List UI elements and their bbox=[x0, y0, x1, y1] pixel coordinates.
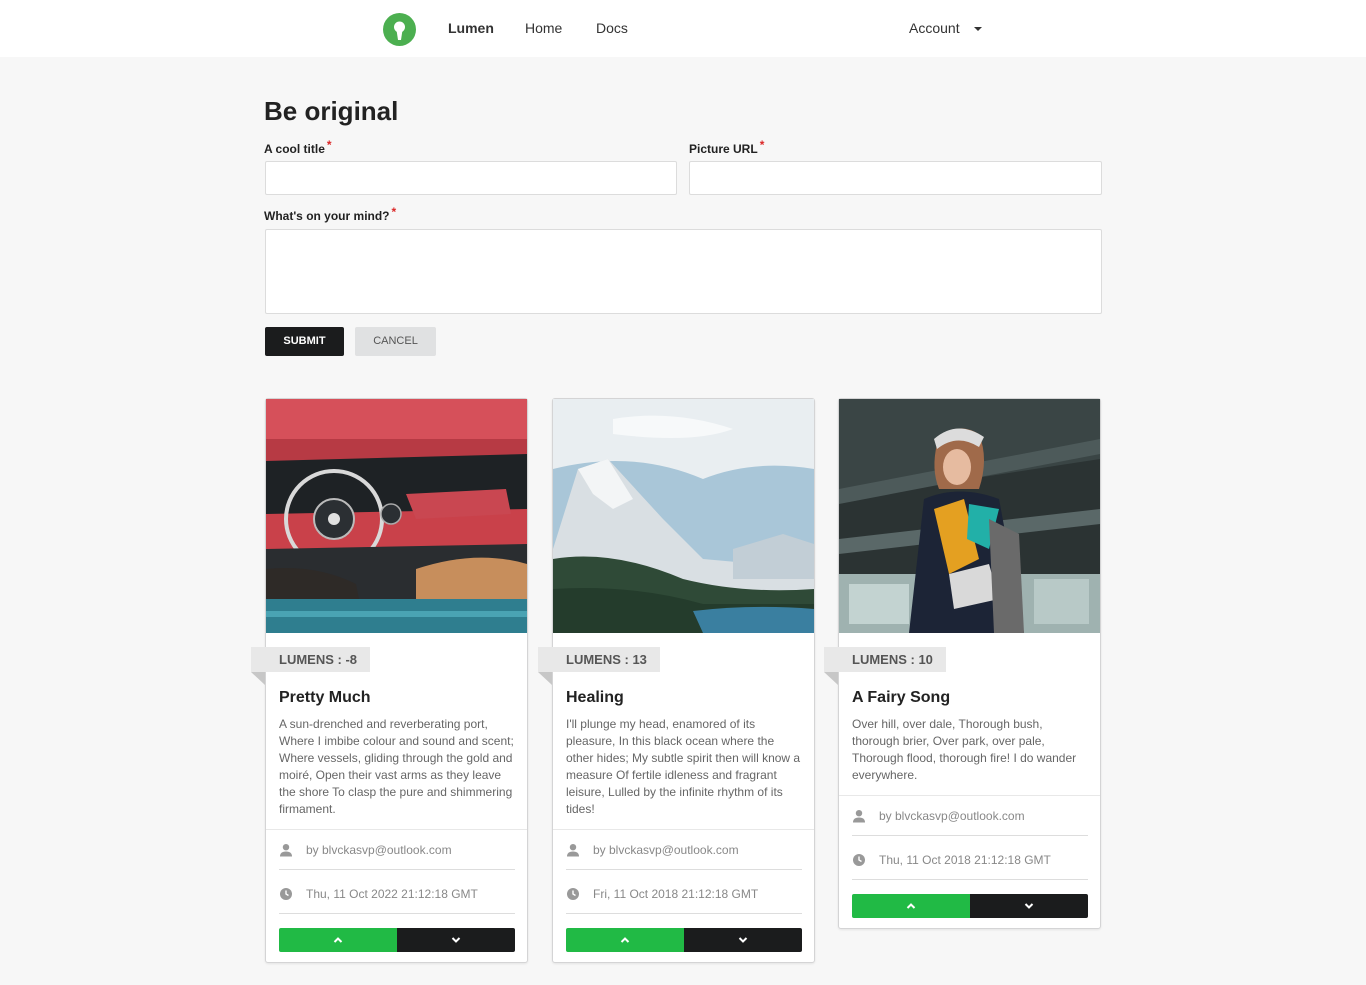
clock-icon bbox=[853, 854, 865, 866]
downvote-button[interactable] bbox=[397, 928, 515, 952]
post-card: LUMENS : 10 A Fairy Song Over hill, over… bbox=[824, 398, 1101, 929]
divider bbox=[279, 869, 515, 870]
post-title: Healing bbox=[566, 689, 624, 706]
lumen-logo-icon[interactable] bbox=[383, 13, 416, 46]
picture-url-input[interactable] bbox=[689, 161, 1102, 195]
lumens-badge: LUMENS : -8 bbox=[251, 647, 370, 685]
clock-icon bbox=[567, 888, 579, 900]
chevron-down-icon bbox=[1024, 903, 1034, 909]
required-mark: * bbox=[326, 138, 332, 152]
downvote-button[interactable] bbox=[684, 928, 802, 952]
divider bbox=[279, 913, 515, 914]
clock-icon bbox=[280, 888, 292, 900]
nav-brand-link[interactable]: Lumen bbox=[448, 20, 494, 36]
author-email: by blvckasvp@outlook.com bbox=[306, 843, 452, 857]
post-card: LUMENS : 13 Healing I'll plunge my head,… bbox=[538, 398, 815, 963]
vote-buttons bbox=[279, 928, 515, 952]
divider bbox=[852, 835, 1088, 836]
vote-buttons bbox=[852, 894, 1088, 918]
divider bbox=[553, 829, 814, 830]
mind-textarea[interactable] bbox=[265, 229, 1102, 314]
post-title: Pretty Much bbox=[279, 689, 371, 706]
lumens-badge: LUMENS : 13 bbox=[538, 647, 660, 685]
post-body: A sun-drenched and reverberating port, W… bbox=[279, 717, 514, 816]
top-navbar: Lumen Home Docs Account bbox=[0, 0, 1366, 57]
chevron-up-icon bbox=[906, 903, 916, 909]
divider bbox=[566, 913, 802, 914]
post-card: LUMENS : -8 Pretty Much A sun-drenched a… bbox=[251, 398, 528, 963]
chevron-up-icon bbox=[620, 937, 630, 943]
post-body: Over hill, over dale, Thorough bush, tho… bbox=[852, 717, 1077, 782]
mind-label: What's on your mind? * bbox=[264, 205, 397, 223]
author-email: by blvckasvp@outlook.com bbox=[593, 843, 739, 857]
user-icon bbox=[853, 810, 865, 823]
cancel-button[interactable]: CANCEL bbox=[355, 327, 436, 356]
post-title: A Fairy Song bbox=[852, 689, 951, 706]
lumens-badge: LUMENS : 10 bbox=[824, 647, 946, 685]
required-mark: * bbox=[391, 205, 397, 219]
upvote-button[interactable] bbox=[279, 928, 397, 952]
divider bbox=[566, 869, 802, 870]
chevron-down-icon bbox=[738, 937, 748, 943]
nav-home-link[interactable]: Home bbox=[525, 20, 562, 36]
divider bbox=[852, 879, 1088, 880]
submit-button[interactable]: SUBMIT bbox=[265, 327, 344, 356]
upvote-button[interactable] bbox=[852, 894, 970, 918]
nav-docs-link[interactable]: Docs bbox=[596, 20, 628, 36]
chevron-down-icon bbox=[451, 937, 461, 943]
nav-account-dropdown[interactable]: Account bbox=[909, 20, 960, 36]
date-text: Thu, 11 Oct 2018 21:12:18 GMT bbox=[879, 853, 1051, 867]
caret-down-icon[interactable] bbox=[974, 27, 982, 31]
title-label: A cool title * bbox=[264, 138, 332, 156]
chevron-up-icon bbox=[333, 937, 343, 943]
downvote-button[interactable] bbox=[970, 894, 1088, 918]
user-icon bbox=[567, 844, 579, 857]
post-image bbox=[839, 399, 1100, 633]
page-title: Be original bbox=[264, 96, 399, 126]
required-mark: * bbox=[759, 138, 765, 152]
divider bbox=[839, 795, 1100, 796]
user-icon bbox=[280, 844, 292, 857]
vote-buttons bbox=[566, 928, 802, 952]
date-text: Fri, 11 Oct 2018 21:12:18 GMT bbox=[593, 887, 759, 901]
author-email: by blvckasvp@outlook.com bbox=[879, 809, 1025, 823]
divider bbox=[266, 829, 527, 830]
upvote-button[interactable] bbox=[566, 928, 684, 952]
post-body: I'll plunge my head, enamored of its ple… bbox=[566, 717, 801, 816]
post-image bbox=[553, 399, 814, 633]
picture-url-label: Picture URL * bbox=[689, 138, 765, 156]
date-text: Thu, 11 Oct 2022 21:12:18 GMT bbox=[306, 887, 478, 901]
post-image bbox=[266, 399, 527, 633]
title-input[interactable] bbox=[265, 161, 677, 195]
